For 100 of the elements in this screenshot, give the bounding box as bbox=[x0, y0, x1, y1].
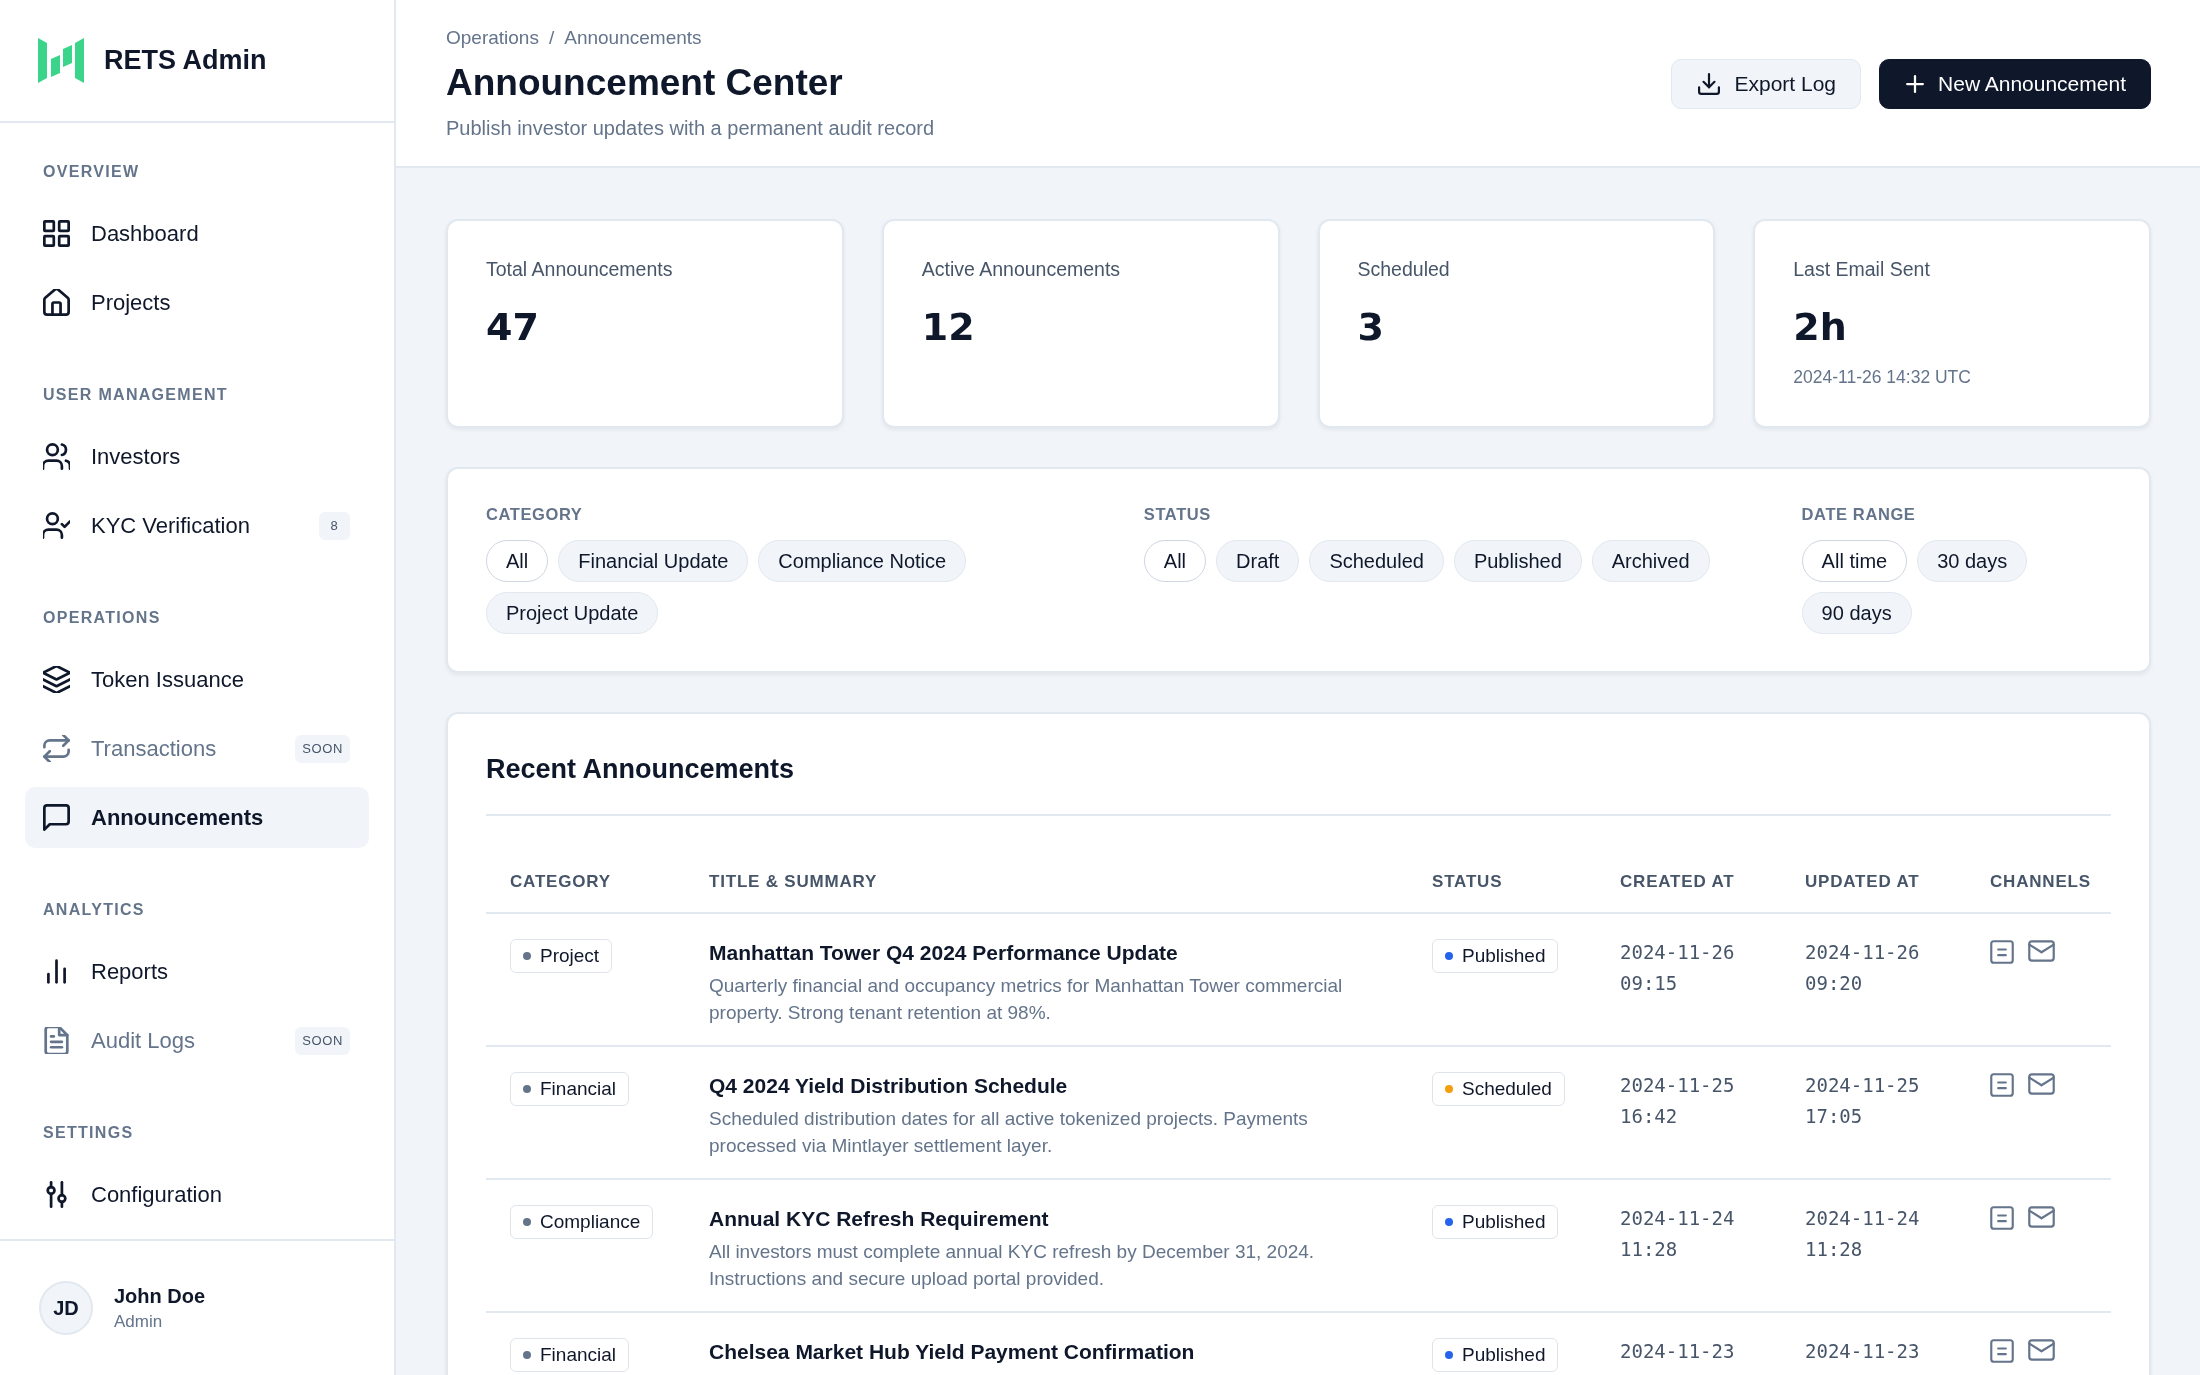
sidebar-item[interactable]: KYC Verification 8 bbox=[25, 495, 369, 556]
document-icon bbox=[1990, 1339, 2014, 1363]
document-icon bbox=[43, 1027, 70, 1054]
mail-icon bbox=[2028, 1073, 2055, 1095]
status-dot-icon bbox=[1445, 1085, 1453, 1093]
user-role: Admin bbox=[114, 1311, 163, 1333]
stat-value: 47 bbox=[486, 304, 539, 351]
stat-label: Scheduled bbox=[1357, 257, 1450, 281]
category-label: Project bbox=[540, 945, 600, 967]
item-badge: 8 bbox=[319, 511, 350, 540]
stat-value: 12 bbox=[921, 304, 975, 351]
category-label: Compliance bbox=[540, 1211, 641, 1233]
column-header: CATEGORY bbox=[510, 872, 611, 891]
dot-icon bbox=[523, 952, 531, 960]
user-name: John Doe bbox=[114, 1284, 206, 1309]
sidebar-item[interactable]: Reports bbox=[25, 941, 369, 1002]
filter-heading: STATUS bbox=[1143, 505, 1211, 523]
filter-chip[interactable]: Project Update bbox=[486, 592, 659, 634]
mail-icon bbox=[2028, 1339, 2055, 1361]
grid-icon bbox=[43, 220, 70, 247]
breadcrumb-link[interactable]: Announcements bbox=[564, 26, 702, 50]
sliders-icon bbox=[43, 1181, 70, 1208]
updated-at-text: 2024-11-24 11:28 bbox=[1805, 1206, 1921, 1262]
filter-heading: DATE RANGE bbox=[1801, 505, 1916, 523]
created-at-text: 2024-11-25 16:42 bbox=[1620, 1073, 1736, 1129]
filter-chip[interactable]: Draft bbox=[1216, 540, 1300, 582]
house-icon bbox=[43, 289, 70, 316]
nav-section-heading: USER MANAGEMENT bbox=[43, 385, 228, 405]
table-title: Recent Announcements bbox=[486, 752, 2111, 816]
stat-label: Last Email Sent bbox=[1793, 257, 1930, 281]
announcement-summary: Quarterly financial and occupancy metrics for Manhattan Tower commercial property. Strong tenant retention at 98%. bbox=[709, 974, 1344, 1025]
category-label: Financial bbox=[540, 1078, 617, 1100]
filter-chip[interactable]: 90 days bbox=[1801, 592, 1912, 634]
status-label: Published bbox=[1462, 1344, 1546, 1366]
download-icon bbox=[1698, 73, 1721, 95]
status-dot-icon bbox=[1445, 1351, 1453, 1359]
arrows-icon bbox=[43, 735, 70, 762]
created-at-text: 2024-11-23 bbox=[1620, 1339, 1735, 1364]
breadcrumb-link[interactable]: Operations bbox=[446, 26, 539, 50]
filter-chip[interactable]: Compliance Notice bbox=[758, 540, 967, 582]
sidebar-item[interactable]: Projects bbox=[25, 272, 369, 333]
status-dot-icon bbox=[1445, 952, 1453, 960]
sidebar-item[interactable]: Announcements bbox=[25, 787, 369, 848]
speech-bubble-icon bbox=[43, 804, 70, 831]
column-header: TITLE & SUMMARY bbox=[709, 872, 878, 891]
filter-chip[interactable]: 30 days bbox=[1917, 540, 2028, 582]
filter-chip[interactable]: All time bbox=[1801, 540, 1908, 582]
announcement-summary: All investors must complete annual KYC refresh by December 31, 2024. Instructions and secure upload portal provided. bbox=[709, 1240, 1316, 1291]
layers-icon bbox=[43, 666, 70, 693]
announcement-title[interactable]: Manhattan Tower Q4 2024 Performance Update bbox=[709, 939, 1178, 967]
updated-at-text: 2024-11-26 09:20 bbox=[1805, 940, 1921, 996]
filter-chip[interactable]: Financial Update bbox=[558, 540, 749, 582]
announcement-title[interactable]: Chelsea Market Hub Yield Payment Confirmation bbox=[709, 1338, 1195, 1366]
filter-chip[interactable]: All bbox=[1143, 540, 1207, 582]
sidebar-item[interactable]: Token Issuance bbox=[25, 649, 369, 710]
stat-detail: 2024-11-26 14:32 UTC bbox=[1793, 366, 1971, 389]
export-button[interactable]: Export Log bbox=[1671, 59, 1862, 109]
filter-chip[interactable]: All bbox=[486, 540, 549, 582]
sidebar-item[interactable]: Investors bbox=[25, 426, 369, 487]
stat-label: Active Announcements bbox=[921, 257, 1121, 281]
dot-icon bbox=[523, 1218, 531, 1226]
dot-icon bbox=[523, 1085, 531, 1093]
filter-chip[interactable]: Published bbox=[1453, 540, 1582, 582]
filter-chip[interactable]: Scheduled bbox=[1309, 540, 1444, 582]
document-icon bbox=[1990, 1073, 2014, 1097]
page-subtitle: Publish investor updates with a permanent audit record bbox=[446, 116, 935, 141]
announcement-title[interactable]: Q4 2024 Yield Distribution Schedule bbox=[709, 1072, 1068, 1100]
created-at-text: 2024-11-24 11:28 bbox=[1620, 1206, 1736, 1262]
breadcrumb-separator: / bbox=[548, 26, 555, 50]
avatar: JD bbox=[39, 1281, 93, 1335]
nav-section-heading: SETTINGS bbox=[43, 1123, 134, 1143]
column-header: CHANNELS bbox=[1990, 872, 2091, 891]
nav-section-heading: ANALYTICS bbox=[43, 900, 145, 920]
column-header: CREATED AT bbox=[1620, 872, 1735, 891]
nav-section-heading: OPERATIONS bbox=[43, 608, 161, 628]
column-header: STATUS bbox=[1432, 872, 1503, 891]
sidebar-item[interactable]: Configuration bbox=[25, 1164, 369, 1225]
updated-at-text: 2024-11-25 17:05 bbox=[1805, 1073, 1921, 1129]
people-icon bbox=[43, 443, 70, 470]
document-icon bbox=[1990, 940, 2014, 964]
mail-icon bbox=[2028, 940, 2055, 962]
mail-icon bbox=[2028, 1206, 2055, 1228]
filter-chip[interactable]: Archived bbox=[1591, 540, 1710, 582]
category-label: Financial bbox=[540, 1344, 617, 1366]
brand-name: RETS Admin bbox=[104, 45, 267, 76]
plus-icon bbox=[1906, 75, 1925, 93]
filter-heading: CATEGORY bbox=[486, 505, 583, 523]
sidebar-item[interactable]: Dashboard bbox=[25, 203, 369, 264]
user-check-icon bbox=[43, 512, 70, 539]
item-badge: SOON bbox=[295, 1026, 350, 1055]
announcement-summary: Scheduled distribution dates for all active tokenized projects. Payments processed via Mintlayer settlement layer. bbox=[709, 1107, 1309, 1158]
status-label: Published bbox=[1462, 1211, 1546, 1233]
status-label: Published bbox=[1462, 945, 1546, 967]
stat-value: 2h bbox=[1793, 304, 1847, 351]
stat-value: 3 bbox=[1357, 304, 1384, 351]
status-label: Scheduled bbox=[1462, 1078, 1552, 1100]
new-announcement-button[interactable]: New Announcement bbox=[1879, 59, 2151, 109]
announcement-title[interactable]: Annual KYC Refresh Requirement bbox=[709, 1205, 1049, 1233]
logo-icon bbox=[38, 38, 84, 83]
updated-at-text: 2024-11-23 bbox=[1805, 1339, 1920, 1364]
